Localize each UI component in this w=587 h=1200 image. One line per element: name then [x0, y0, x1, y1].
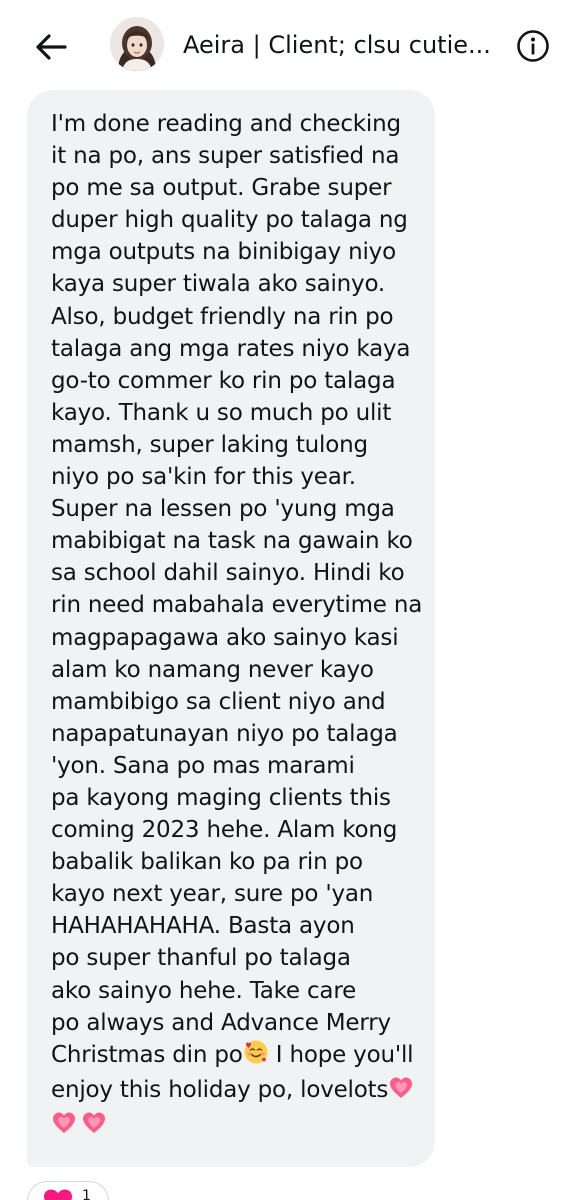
message-line: Super na lessen po 'yung mga — [51, 496, 395, 523]
info-circle-icon — [517, 30, 549, 62]
message-line: mga outputs na binibigay niyo — [51, 239, 396, 266]
message-line: alam ko namang never kayo — [51, 656, 374, 683]
message-line: coming 2023 hehe. Alam kong — [51, 817, 398, 844]
message-line: talaga ang mga rates niyo kaya — [51, 335, 411, 362]
message-line: I'm done reading and checking — [51, 111, 401, 137]
message-line: 'yon. Sana po mas marami — [51, 752, 355, 779]
info-button[interactable] — [515, 28, 551, 64]
heart-emoji — [388, 1076, 414, 1109]
conversation-title[interactable]: Aeira | Client; clsu cutie... — [183, 30, 503, 60]
avatar[interactable] — [110, 17, 164, 71]
message-line: mabibigat na task na gawain ko — [51, 528, 413, 555]
message-line: babalik balikan ko pa rin po — [51, 849, 363, 876]
message-line: Also, budget friendly na rin po — [51, 303, 394, 330]
message-line: mamsh, super laking tulong — [51, 431, 368, 458]
message-bubble[interactable]: I'm done reading and checking it na po, a… — [27, 90, 435, 1167]
heart-emoji — [81, 1111, 107, 1144]
message-line: ako sainyo hehe. Take care — [51, 977, 357, 1004]
message-line — [51, 1109, 425, 1144]
smiling-face-with-hearts-emoji — [243, 1039, 269, 1074]
message-line: go-to commer ko rin po talaga — [51, 367, 396, 394]
message-line: rin need mabahala everytime na — [51, 592, 423, 619]
message-line: enjoy this holiday po, lovelots — [51, 1074, 425, 1109]
dm-conversation-screen: Aeira | Client; clsu cutie... I'm done r… — [0, 0, 587, 1200]
heart-reaction-pill[interactable]: 1 — [27, 1181, 109, 1200]
avatar-image — [110, 17, 164, 71]
message-line: kayo next year, sure po 'yan — [51, 881, 374, 908]
message-line: kaya super tiwala ako sainyo. — [51, 271, 386, 298]
message-line: duper high quality po talaga ng — [51, 207, 408, 234]
message-line: napapatunayan niyo po talaga — [51, 720, 398, 747]
message-line: kayo. Thank u so much po ulit — [51, 399, 392, 426]
message-line: po always and Advance Merry — [51, 1009, 391, 1036]
message-line: pa kayong maging clients this — [51, 784, 391, 811]
conversation-header: Aeira | Client; clsu cutie... — [0, 0, 587, 90]
heart-reaction-icon — [44, 1189, 72, 1200]
message-line: mambibigo sa client niyo and — [51, 688, 386, 715]
message-line: it na po, ans super satisfied na — [51, 143, 400, 170]
message-text: I'm done reading and checking it na po, a… — [51, 108, 425, 1039]
arrow-left-icon — [36, 34, 67, 60]
back-button[interactable] — [30, 26, 72, 68]
message-line: po super thanful po talaga — [51, 945, 351, 972]
message-line: Christmas din po I hope you'll — [51, 1039, 425, 1074]
reaction-count: 1 — [82, 1188, 91, 1200]
message-line: magpapagawa ako sainyo kasi — [51, 624, 399, 651]
message-line: sa school dahil sainyo. Hindi ko — [51, 560, 405, 587]
message-line: niyo po sa'kin for this year. — [51, 464, 356, 491]
message-line: po me sa output. Grabe super — [51, 175, 392, 202]
message-line: HAHAHAHAHA. Basta ayon — [51, 913, 355, 940]
heart-emoji — [51, 1111, 77, 1144]
